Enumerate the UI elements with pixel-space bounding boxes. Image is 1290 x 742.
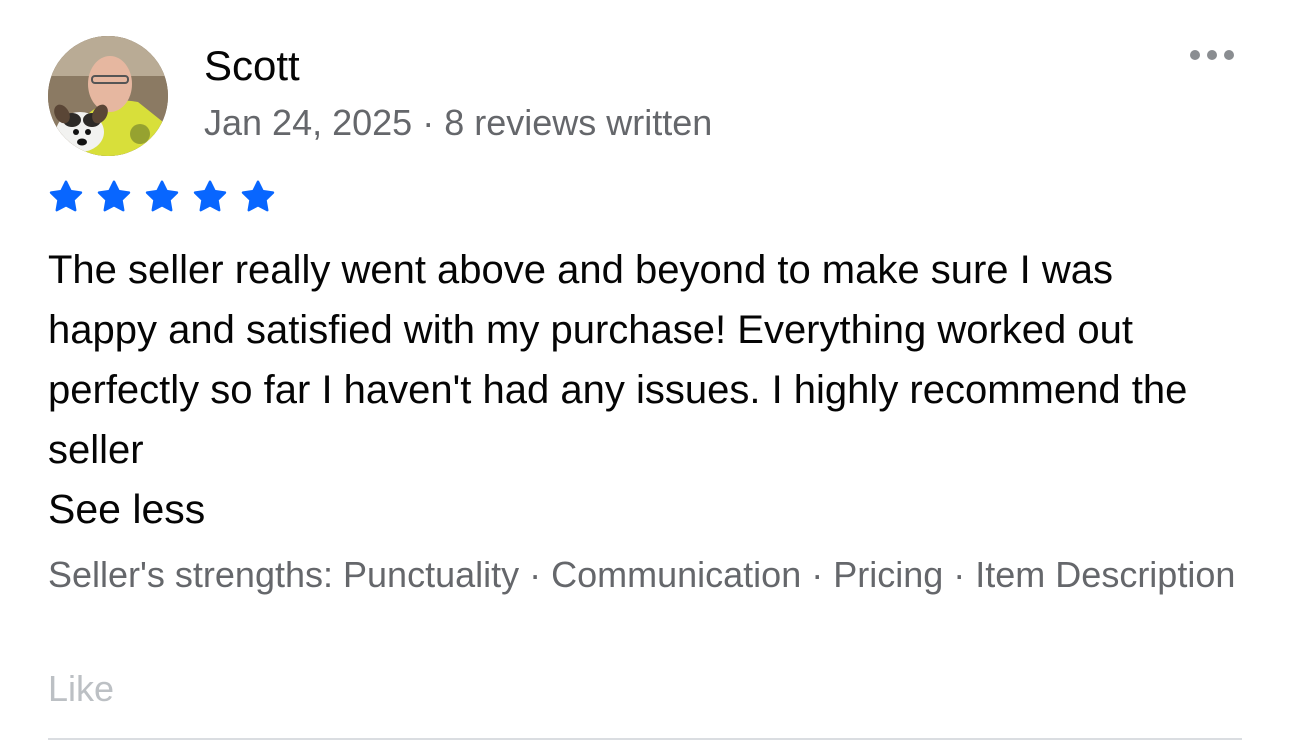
like-button[interactable]: Like: [48, 666, 114, 712]
star-icon: [192, 179, 228, 215]
star-icon: [48, 179, 84, 215]
strength-separator: ·: [811, 554, 824, 595]
review-date: Jan 24, 2025: [204, 102, 413, 143]
see-less-button[interactable]: See less: [48, 481, 205, 537]
strength-item: Pricing: [833, 554, 944, 595]
avatar-photo: [48, 36, 168, 156]
review-count[interactable]: 8 reviews written: [444, 102, 712, 143]
strengths-label: Seller's strengths:: [48, 554, 333, 595]
strength-separator: ·: [529, 554, 542, 595]
strength-separator: ·: [953, 554, 966, 595]
strength-item: Punctuality: [343, 554, 520, 595]
strength-item: Communication: [551, 554, 802, 595]
review-card: Scott Jan 24, 2025 · 8 reviews written The…: [48, 0, 1242, 742]
star-icon: [96, 179, 132, 215]
avatar[interactable]: [48, 36, 168, 156]
star-icon: [144, 179, 180, 215]
more-horizontal-icon: [1190, 50, 1200, 60]
star-icon: [240, 179, 276, 215]
meta-separator: ·: [422, 102, 435, 143]
more-horizontal-icon: [1224, 50, 1234, 60]
more-horizontal-icon: [1207, 50, 1217, 60]
review-meta: Jan 24, 2025 · 8 reviews written: [204, 100, 712, 146]
seller-strengths: Seller's strengths: Punctuality · Communic…: [48, 551, 1238, 599]
strength-item: Item Description: [975, 554, 1236, 595]
divider: [48, 738, 1242, 740]
star-rating: [48, 179, 276, 215]
author-name[interactable]: Scott: [204, 40, 300, 92]
review-text: The seller really went above and beyond …: [48, 248, 1188, 472]
more-options-button[interactable]: [1182, 38, 1242, 72]
